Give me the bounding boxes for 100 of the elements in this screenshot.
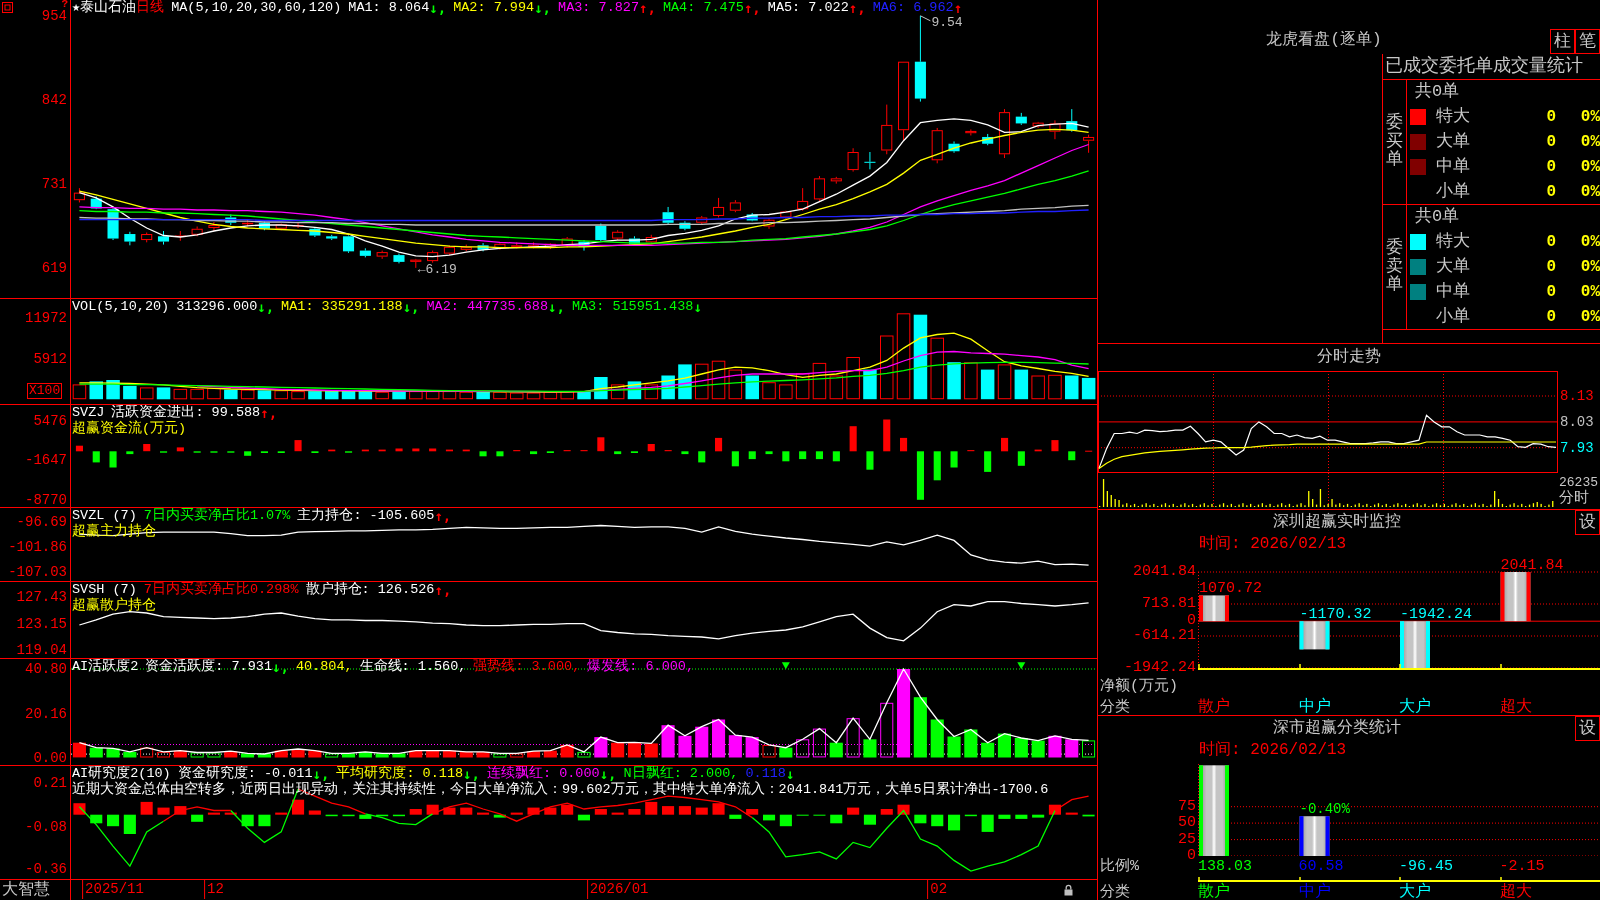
order-ratio: 0% <box>1579 131 1600 153</box>
axis-label: 75 <box>1178 798 1196 815</box>
indicator-label: MA2: 7.994 <box>453 0 535 16</box>
order-ratio: 0% <box>1579 181 1600 203</box>
axis-label: 0.21 <box>33 775 67 791</box>
group-label: 委卖单 <box>1386 238 1403 296</box>
indicator-label: AI活跃度2 <box>72 659 139 675</box>
indicator-label: MA2: 447735.688 <box>426 299 548 315</box>
axis-label: -96.69 <box>16 514 67 530</box>
total-count: 共0单 <box>1414 81 1461 103</box>
order-size-label: 中单 <box>1436 280 1471 303</box>
indicator-label: MA1: 335291.188 <box>281 299 403 315</box>
indicator-label: VOL(5,10,20) <box>72 299 170 315</box>
order-ratio: 0% <box>1579 156 1600 178</box>
indicator-label: 7日内买卖净占比0.298% <box>143 582 299 598</box>
category-label: 散户 <box>1198 883 1230 900</box>
indicator-label: 活跃资金进出: 99.588 <box>111 405 261 420</box>
value-label: -2.15 <box>1499 858 1545 875</box>
indicator-label: 散户持仓: 126.526 <box>305 582 435 598</box>
panel-title: 龙虎看盘(逐单) <box>1265 30 1383 51</box>
table-title: 已成交委托单成交量统计 <box>1384 54 1584 78</box>
indicator-label: MA(5,10,20,30,60,120) <box>171 0 342 16</box>
axis-label: 11972 <box>25 309 67 326</box>
order-ratio: 0% <box>1579 256 1600 278</box>
indicator-label: 7日内买卖净占比1.07% <box>143 508 291 524</box>
axis-label: 0 <box>1187 613 1196 630</box>
axis-label: 5476 <box>33 412 67 429</box>
order-ratio: 0% <box>1579 231 1600 253</box>
order-ratio: 0% <box>1579 281 1600 303</box>
value-label: 60.58 <box>1298 858 1344 875</box>
axis-label: 8.03 <box>1560 413 1594 430</box>
order-count: 0 <box>1545 306 1556 328</box>
trend-arrow: ↓, <box>257 299 275 315</box>
axis-title: 净额(万元) <box>1100 678 1178 695</box>
axis-label: 713.81 <box>1142 596 1196 612</box>
chart-caption: 分时 <box>1559 490 1589 507</box>
axis-label: 0.00 <box>33 749 67 766</box>
axis-label: -0.36 <box>25 861 67 877</box>
category-label: 大户 <box>1399 883 1431 900</box>
time-label: 时间: 2026/02/13 <box>1198 535 1348 554</box>
order-size-label: 特大 <box>1436 105 1471 128</box>
indicator-label: MA6: 6.962 <box>872 0 954 16</box>
order-count: 0 <box>1545 181 1556 203</box>
trend-arrow: ↓, <box>272 659 289 675</box>
indicator-label: 资金活跃度: 7.931 <box>145 659 273 675</box>
indicator-label: SVZJ <box>72 405 105 420</box>
axis-label: -0.08 <box>25 818 67 835</box>
axis-label: 5912 <box>33 350 67 367</box>
volume-label: 26235 <box>1559 475 1598 490</box>
order-size-label: 小单 <box>1436 305 1471 328</box>
trend-arrow: ↓, <box>402 299 420 315</box>
trend-arrow: ↑, <box>639 0 656 16</box>
axis-title: 分类 <box>1100 699 1130 716</box>
trend-arrow: ↑ <box>953 0 963 16</box>
indicator-label: MA3: 515951.438 <box>571 299 694 315</box>
order-ratio: 0% <box>1579 106 1600 128</box>
trend-arrow: ↑, <box>434 508 452 524</box>
trend-arrow: ↓, <box>463 766 480 782</box>
axis-label: 119.04 <box>16 642 67 658</box>
trend-arrow: ↑, <box>848 0 866 16</box>
order-size-label: 小单 <box>1436 180 1471 203</box>
trend-arrow: ↓, <box>534 0 552 16</box>
period-label: 日线 <box>136 0 165 16</box>
axis-label: 40.80 <box>25 661 67 677</box>
category-label: 大户 <box>1399 698 1431 716</box>
category-label: 中户 <box>1298 698 1331 716</box>
trend-arrow: ↑, <box>743 0 761 16</box>
indicator-label: SVSH (7) <box>72 582 137 597</box>
axis-label: 8.13 <box>1560 388 1594 404</box>
axis-label: 123.15 <box>16 616 67 632</box>
axis-label: 2041.84 <box>1133 564 1196 580</box>
indicator-label: 超赢散户持仓 <box>72 598 156 614</box>
indicator-label: 平均研究度: 0.118 <box>336 766 464 781</box>
axis-label: 25 <box>1178 831 1196 848</box>
trend-arrow: ↓, <box>429 0 447 16</box>
axis-title: 分类 <box>1100 884 1130 900</box>
date-label: 2025/11 <box>82 880 144 899</box>
indicator-label: SVZL (7) <box>72 508 137 523</box>
indicator-label: 爆发线: 6.000, <box>587 659 695 675</box>
value-label: 138.03 <box>1198 858 1252 875</box>
app-name: 大智慧 <box>2 880 50 900</box>
order-size-label: 中单 <box>1436 155 1471 178</box>
indicator-label: 0.118 <box>745 766 786 781</box>
indicator-label: 313296.000 <box>176 299 258 315</box>
date-label: 2026/01 <box>586 880 649 899</box>
trend-arrow: ↓, <box>312 766 330 782</box>
trend-arrow: ↓ <box>786 766 795 782</box>
axis-label: 954 <box>41 7 67 24</box>
order-count: 0 <box>1545 156 1556 178</box>
indicator-label: N日飘红: 2.000, <box>623 766 739 781</box>
order-count: 0 <box>1545 281 1556 303</box>
trend-arrow: ↓, <box>548 299 565 315</box>
total-count: 共0单 <box>1414 206 1461 228</box>
order-count: 0 <box>1545 256 1556 278</box>
order-count: 0 <box>1545 106 1556 128</box>
price-marker-label: 9.54 <box>919 14 963 30</box>
category-label: 中户 <box>1298 883 1331 900</box>
axis-label: -614.21 <box>1133 628 1196 644</box>
order-count: 0 <box>1545 231 1556 253</box>
axis-label: 20.16 <box>25 705 67 722</box>
